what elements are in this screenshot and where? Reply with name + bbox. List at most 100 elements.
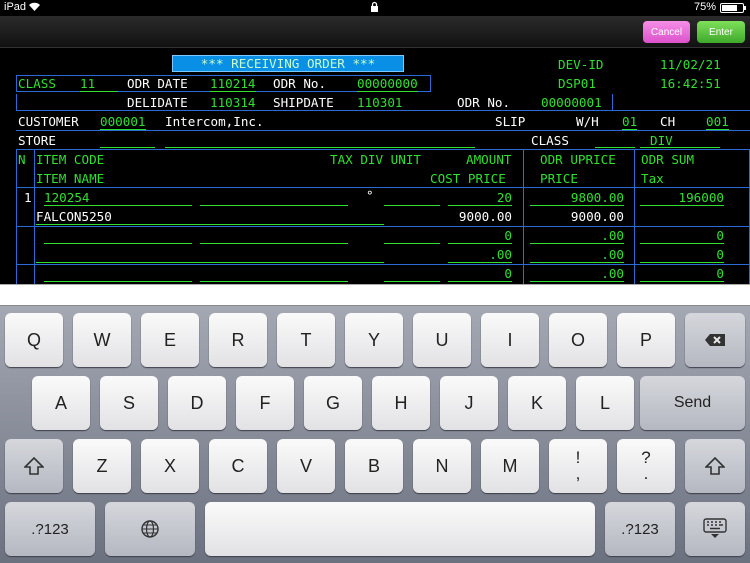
class-field[interactable]: 11: [80, 76, 118, 92]
shift-key-right[interactable]: [685, 439, 745, 493]
col-item-code-header: ITEM CODE: [36, 152, 105, 167]
globe-icon: [141, 520, 159, 538]
row1-price: 9000.00: [570, 209, 624, 224]
row1-odr-uprice[interactable]: 9800.00: [530, 190, 624, 206]
col-price-header: PRICE: [540, 171, 578, 186]
lock-icon: [370, 1, 379, 16]
hide-keyboard-key[interactable]: [685, 502, 745, 556]
col-odr-sum-header: ODR SUM: [641, 152, 695, 167]
key-n[interactable]: N: [413, 439, 471, 493]
row1-amount[interactable]: 20: [448, 190, 512, 206]
key-t[interactable]: T: [277, 313, 335, 367]
row3-odr-sum: 0: [640, 266, 724, 282]
excl-bottom: ,: [575, 464, 581, 483]
key-k[interactable]: K: [508, 376, 566, 430]
store-label: STORE: [18, 133, 56, 148]
ch-field[interactable]: 001: [706, 114, 729, 130]
ch-label: CH: [660, 114, 676, 129]
key-w[interactable]: W: [73, 313, 131, 367]
key-q[interactable]: Q: [5, 313, 63, 367]
delidate-label: DELIDATE: [127, 95, 188, 110]
carrier-label: iPad: [4, 1, 27, 13]
row1-item-name: FALCON5250: [36, 209, 112, 224]
slip-label: SLIP: [495, 114, 526, 129]
send-key[interactable]: Send: [640, 376, 745, 430]
class-label: CLASS: [18, 76, 56, 91]
key-z[interactable]: Z: [73, 439, 131, 493]
backspace-key[interactable]: [685, 313, 745, 367]
battery-icon: [720, 3, 746, 13]
row2-odr-uprice[interactable]: .00: [530, 228, 624, 244]
odr-no2-label: ODR No.: [457, 95, 511, 110]
key-c[interactable]: C: [209, 439, 267, 493]
key-r[interactable]: R: [209, 313, 267, 367]
globe-key[interactable]: [105, 502, 195, 556]
row1-cost-price: 9000.00: [458, 209, 512, 224]
key-e[interactable]: E: [141, 313, 199, 367]
row2-odr-sum: 0: [640, 228, 724, 244]
row3-amount[interactable]: 0: [448, 266, 512, 282]
form-title: *** RECEIVING ORDER ***: [172, 55, 404, 72]
row1-n: 1: [24, 190, 32, 205]
wh-field[interactable]: 01: [622, 114, 638, 130]
row3-odr-uprice[interactable]: .00: [530, 266, 624, 282]
row2-cost-price[interactable]: .00: [448, 247, 512, 263]
key-l[interactable]: L: [576, 376, 634, 430]
key-v[interactable]: V: [277, 439, 335, 493]
screen-date: 11/02/21: [660, 57, 721, 72]
col-odr-uprice-header: ODR UPRICE: [540, 152, 616, 167]
shift-icon: [24, 457, 44, 475]
shipdate-label: SHIPDATE: [273, 95, 334, 110]
odr-date-label: ODR DATE: [127, 76, 188, 91]
shipdate-field[interactable]: 110301: [357, 95, 403, 111]
customer-label: CUSTOMER: [18, 114, 79, 129]
col-amount-header: AMOUNT: [466, 152, 512, 167]
key-g[interactable]: G: [304, 376, 362, 430]
key-x[interactable]: X: [141, 439, 199, 493]
key-i[interactable]: I: [481, 313, 539, 367]
key-p[interactable]: P: [617, 313, 675, 367]
row1-tax: °: [366, 188, 374, 203]
col-item-name-header: ITEM NAME: [36, 171, 105, 186]
delidate-field[interactable]: 110314: [210, 95, 256, 111]
col-n-header: N: [18, 152, 26, 167]
row1-item-code[interactable]: 120254: [44, 190, 90, 205]
top-toolbar: Cancel Enter: [0, 16, 750, 48]
key-a[interactable]: A: [32, 376, 90, 430]
col-tax-header: Tax: [641, 171, 664, 186]
odr-no2-field[interactable]: 00000001: [541, 95, 602, 111]
key-d[interactable]: D: [168, 376, 226, 430]
customer-code-field[interactable]: 000001: [100, 114, 146, 130]
row2-amount[interactable]: 0: [448, 228, 512, 244]
q-bottom: .: [643, 464, 649, 483]
col-cost-price-header: COST PRICE: [430, 171, 506, 186]
key-b[interactable]: B: [345, 439, 403, 493]
key-exclamation-comma[interactable]: !,: [549, 439, 607, 493]
col-tax-div-unit-header: TAX DIV UNIT: [330, 152, 421, 167]
key-f[interactable]: F: [236, 376, 294, 430]
customer-name: Intercom,Inc.: [165, 114, 264, 129]
key-o[interactable]: O: [549, 313, 607, 367]
key-j[interactable]: J: [440, 376, 498, 430]
enter-button[interactable]: Enter: [697, 21, 745, 43]
row1-odr-sum: 196000: [640, 190, 724, 206]
key-h[interactable]: H: [372, 376, 430, 430]
odr-date-field[interactable]: 110214: [210, 76, 256, 92]
numbers-key-right[interactable]: .?123: [605, 502, 675, 556]
cancel-button[interactable]: Cancel: [643, 21, 690, 43]
odr-no-field[interactable]: 00000000: [357, 76, 418, 92]
key-y[interactable]: Y: [345, 313, 403, 367]
wifi-icon: [28, 1, 41, 15]
screen-time: 16:42:51: [660, 76, 721, 91]
key-m[interactable]: M: [481, 439, 539, 493]
keyboard-hide-icon: [703, 518, 727, 538]
row2-price[interactable]: .00: [530, 247, 624, 263]
text-input-bar[interactable]: [0, 284, 750, 306]
wh-label: W/H: [576, 114, 599, 129]
key-s[interactable]: S: [100, 376, 158, 430]
key-question-period[interactable]: ?.: [617, 439, 675, 493]
key-u[interactable]: U: [413, 313, 471, 367]
shift-key-left[interactable]: [5, 439, 63, 493]
space-bar[interactable]: [205, 502, 595, 556]
numbers-key-left[interactable]: .?123: [5, 502, 95, 556]
